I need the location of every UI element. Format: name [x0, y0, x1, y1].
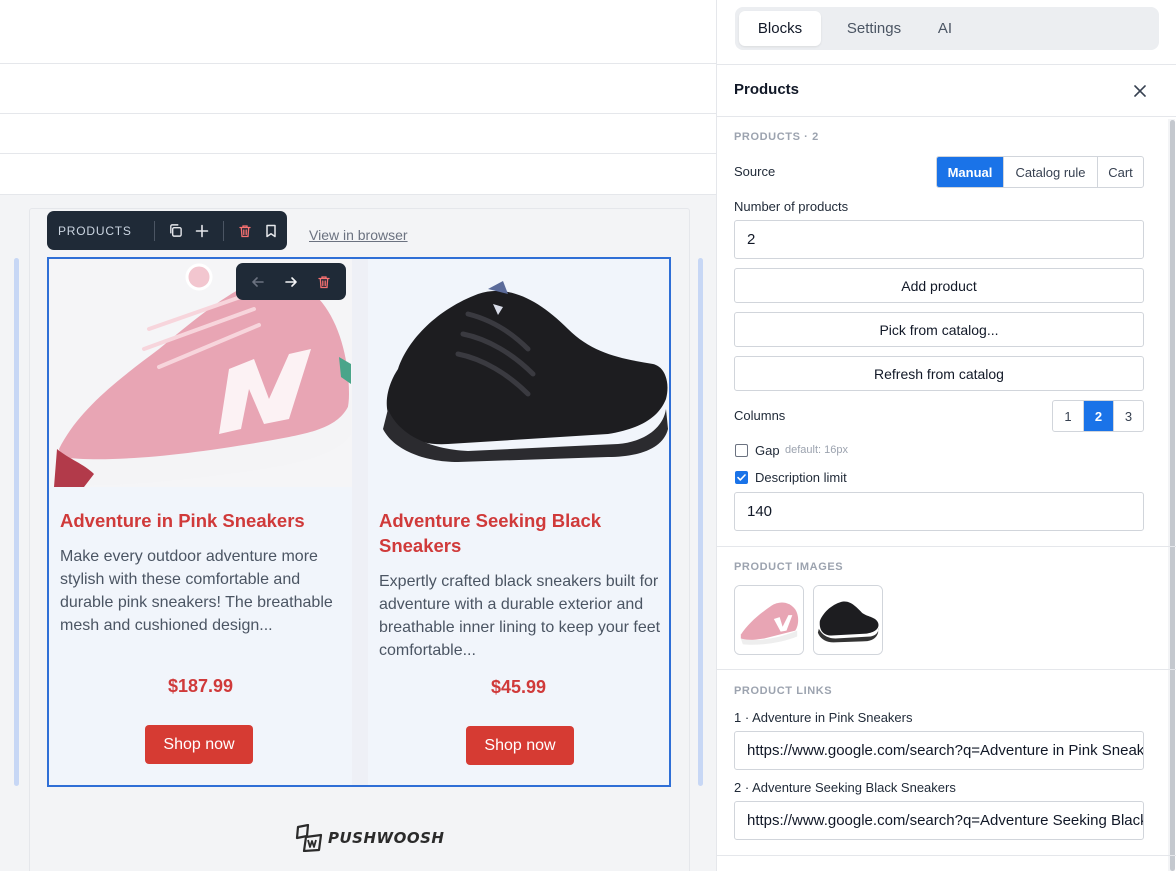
section-divider: [717, 855, 1176, 856]
refresh-from-catalog-button[interactable]: Refresh from catalog: [734, 356, 1144, 391]
product-description[interactable]: Expertly crafted black sneakers built fo…: [379, 570, 661, 662]
tab-ai[interactable]: AI: [925, 11, 965, 46]
editor-row[interactable]: [0, 114, 716, 154]
product-image-black-sneaker[interactable]: [368, 259, 669, 487]
block-guide-right: [698, 258, 703, 786]
panel-tabs: Blocks Settings AI: [735, 7, 1159, 50]
product-image-thumb-2[interactable]: [813, 585, 883, 655]
scrollbar-thumb[interactable]: [1170, 120, 1175, 871]
toolbar-divider: [153, 220, 155, 241]
black-sneaker-icon: [368, 259, 669, 487]
duplicate-icon: [170, 224, 183, 237]
columns-option-2[interactable]: 2: [1083, 401, 1113, 431]
save-block-button[interactable]: [258, 218, 284, 244]
editor-row[interactable]: [0, 154, 716, 195]
description-limit-input[interactable]: 140: [734, 492, 1144, 531]
close-button[interactable]: [1131, 82, 1149, 100]
section-links-label: PRODUCT LINKS: [734, 685, 833, 697]
block-toolbar: PRODUCTS: [47, 211, 287, 250]
shop-now-button[interactable]: Shop now: [145, 725, 253, 764]
editor-row[interactable]: [0, 0, 716, 64]
num-products-input[interactable]: 2: [734, 220, 1144, 259]
move-right-button[interactable]: [278, 269, 304, 295]
source-option-catalog-rule[interactable]: Catalog rule: [1003, 157, 1097, 187]
section-divider: [717, 546, 1176, 547]
block-guide-left: [14, 258, 19, 786]
brand-logo: PUSHWOOSH: [294, 824, 444, 852]
checkmark-icon: [737, 474, 746, 481]
email-editor-canvas: PRODUCTS View in browser Adventure in Pi…: [0, 0, 716, 871]
editor-row[interactable]: [0, 64, 716, 114]
columns-option-3[interactable]: 3: [1113, 401, 1143, 431]
columns-option-1[interactable]: 1: [1053, 401, 1083, 431]
delete-product-button[interactable]: [311, 269, 337, 295]
product-price[interactable]: $187.99: [49, 676, 352, 697]
source-selector: Manual Catalog rule Cart: [936, 156, 1144, 188]
toolbar-divider: [222, 220, 224, 241]
move-left-button[interactable]: [245, 269, 271, 295]
arrow-right-icon: [285, 276, 297, 287]
columns-label: Columns: [734, 408, 786, 423]
duplicate-button[interactable]: [163, 218, 189, 244]
product-item-toolbar: [236, 263, 346, 300]
bookmark-icon: [266, 224, 276, 237]
product-price[interactable]: $45.99: [368, 677, 669, 698]
source-option-cart[interactable]: Cart: [1097, 157, 1143, 187]
pushwoosh-logo-icon: [295, 824, 323, 852]
product-link-input[interactable]: https://www.google.com/search?q=Adventur…: [734, 731, 1144, 770]
section-products-label: PRODUCTS · 2: [734, 131, 819, 143]
plus-icon: [195, 224, 209, 237]
product-title[interactable]: Adventure in Pink Sneakers: [60, 508, 342, 533]
add-product-button[interactable]: Add product: [734, 268, 1144, 303]
products-block[interactable]: Adventure in Pink Sneakers Make every ou…: [47, 257, 671, 787]
delete-block-button[interactable]: [232, 218, 258, 244]
shop-now-button[interactable]: Shop now: [466, 726, 574, 765]
description-limit-label: Description limit: [755, 470, 847, 485]
tab-blocks[interactable]: Blocks: [739, 11, 821, 46]
gap-checkbox[interactable]: [735, 444, 748, 457]
section-divider: [717, 669, 1176, 670]
product-link-input[interactable]: https://www.google.com/search?q=Adventur…: [734, 801, 1144, 840]
trash-icon: [317, 275, 330, 288]
num-products-label: Number of products: [734, 199, 849, 214]
source-label: Source: [734, 164, 776, 179]
trash-icon: [239, 224, 251, 237]
product-card[interactable]: Adventure in Pink Sneakers Make every ou…: [49, 259, 352, 785]
panel-title: Products: [734, 81, 800, 98]
pink-sneaker-thumb-icon: [735, 586, 803, 654]
description-limit-checkbox[interactable]: [735, 471, 748, 484]
pick-from-catalog-button[interactable]: Pick from catalog...: [734, 312, 1144, 347]
product-link-label: 1 · Adventure in Pink Sneakers: [734, 710, 913, 725]
product-link-label: 2 · Adventure Seeking Black Sneakers: [734, 780, 956, 795]
black-sneaker-thumb-icon: [814, 586, 882, 654]
arrow-left-icon: [252, 276, 265, 287]
view-in-browser-link[interactable]: View in browser: [309, 227, 408, 243]
brand-logo-text: PUSHWOOSH: [328, 829, 445, 847]
panel-header: Products: [717, 64, 1176, 117]
product-card[interactable]: Adventure Seeking Black Sneakers Expertl…: [368, 259, 669, 785]
tab-settings[interactable]: Settings: [829, 11, 919, 46]
product-description[interactable]: Make every outdoor adventure more stylis…: [60, 545, 344, 637]
gap-default-hint: default: 16px: [785, 444, 848, 456]
editor-top-rows: [0, 0, 716, 195]
product-title[interactable]: Adventure Seeking Black Sneakers: [379, 508, 659, 558]
source-option-manual[interactable]: Manual: [937, 157, 1003, 187]
section-images-label: PRODUCT IMAGES: [734, 561, 844, 573]
close-icon: [1134, 85, 1146, 97]
gap-label: Gap: [755, 443, 780, 458]
block-type-label: PRODUCTS: [58, 223, 132, 238]
properties-panel: Blocks Settings AI Products PRODUCTS · 2…: [716, 0, 1176, 871]
add-block-button[interactable]: [189, 218, 215, 244]
product-image-thumb-1[interactable]: [734, 585, 804, 655]
columns-selector: 1 2 3: [1052, 400, 1144, 432]
